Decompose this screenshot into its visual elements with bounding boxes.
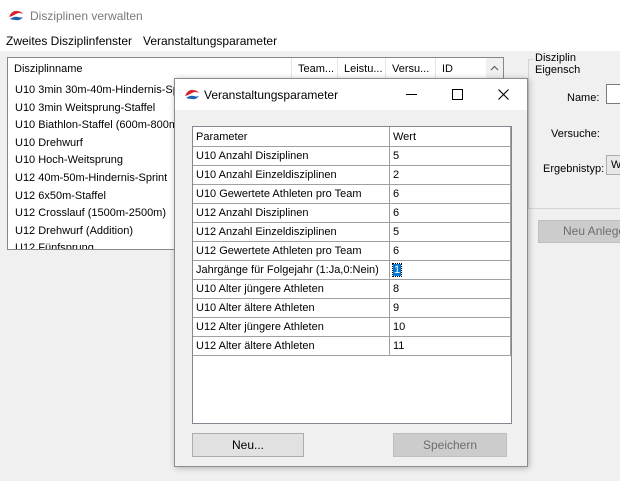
main-window-titlebar: Disziplinen verwalten bbox=[0, 0, 620, 31]
new-discipline-button[interactable]: Neu Anlege bbox=[538, 220, 620, 243]
parameter-cell: U12 Anzahl Einzeldisziplinen bbox=[193, 223, 390, 242]
parameter-cell: U12 Anzahl Disziplinen bbox=[193, 204, 390, 223]
table-row[interactable]: U12 Gewertete Athleten pro Team 6 bbox=[193, 242, 511, 261]
parameter-cell: U10 Anzahl Einzeldisziplinen bbox=[193, 166, 390, 185]
column-header-team[interactable]: Team... bbox=[292, 58, 338, 80]
table-row[interactable]: U12 Alter jüngere Athleten 10 bbox=[193, 318, 511, 337]
app-logo-icon bbox=[9, 10, 23, 21]
minimize-icon bbox=[406, 94, 417, 95]
column-header-parameter[interactable]: Parameter bbox=[193, 127, 390, 147]
value-cell[interactable]: 8 bbox=[390, 280, 511, 299]
table-row[interactable]: U10 Anzahl Einzeldisziplinen 2 bbox=[193, 166, 511, 185]
dialog-title: Veranstaltungsparameter bbox=[204, 88, 339, 102]
value-cell[interactable]: 5 bbox=[390, 147, 511, 166]
main-window-title: Disziplinen verwalten bbox=[30, 9, 143, 23]
value-cell[interactable]: 6 bbox=[390, 204, 511, 223]
table-row[interactable]: U10 Gewertete Athleten pro Team 6 bbox=[193, 185, 511, 204]
parameter-cell: U12 Gewertete Athleten pro Team bbox=[193, 242, 390, 261]
value-cell[interactable]: 6 bbox=[390, 185, 511, 204]
parameters-grid[interactable]: Parameter Wert U10 Anzahl Disziplinen 5 … bbox=[192, 126, 512, 424]
result-type-select[interactable]: W bbox=[606, 155, 620, 175]
parameters-grid-header: Parameter Wert bbox=[193, 127, 511, 147]
value-cell[interactable]: 10 bbox=[390, 318, 511, 337]
parameter-cell: U10 Alter ältere Athleten bbox=[193, 299, 390, 318]
column-header-wert[interactable]: Wert bbox=[390, 127, 511, 147]
discipline-list-header: Disziplinname Team... Leistu... Versu...… bbox=[8, 58, 503, 80]
close-icon bbox=[498, 89, 509, 100]
parameter-cell: U10 Gewertete Athleten pro Team bbox=[193, 185, 390, 204]
table-row-selected[interactable]: Jahrgänge für Folgejahr (1:Ja,0:Nein) 1 bbox=[193, 261, 511, 280]
parameter-cell: U12 Alter ältere Athleten bbox=[193, 337, 390, 356]
table-row[interactable]: U10 Alter ältere Athleten 9 bbox=[193, 299, 511, 318]
name-label: Name: bbox=[567, 92, 600, 104]
value-cell-editing[interactable]: 1 bbox=[390, 261, 511, 280]
value-cell[interactable]: 5 bbox=[390, 223, 511, 242]
attempts-label: Versuche: bbox=[551, 128, 600, 140]
scroll-up-icon[interactable] bbox=[490, 64, 499, 73]
column-header-disziplinname[interactable]: Disziplinname bbox=[8, 58, 292, 80]
table-row[interactable]: U10 Alter jüngere Athleten 8 bbox=[193, 280, 511, 299]
table-row[interactable]: U12 Anzahl Einzeldisziplinen 5 bbox=[193, 223, 511, 242]
close-button[interactable] bbox=[481, 79, 527, 110]
table-row[interactable]: U12 Alter ältere Athleten 11 bbox=[193, 337, 511, 356]
minimize-button[interactable] bbox=[389, 79, 435, 110]
app-logo-icon bbox=[185, 89, 199, 100]
parameter-cell: U12 Alter jüngere Athleten bbox=[193, 318, 390, 337]
table-row[interactable]: U12 Anzahl Disziplinen 6 bbox=[193, 204, 511, 223]
value-cell[interactable]: 2 bbox=[390, 166, 511, 185]
menu-veranstaltungsparameter[interactable]: Veranstaltungsparameter bbox=[143, 34, 277, 48]
value-cell[interactable]: 6 bbox=[390, 242, 511, 261]
result-type-label: Ergebnistyp: bbox=[543, 163, 605, 175]
dialog-titlebar: Veranstaltungsparameter bbox=[175, 79, 527, 110]
value-cell[interactable]: 11 bbox=[390, 337, 511, 356]
parameter-cell: U10 Anzahl Disziplinen bbox=[193, 147, 390, 166]
maximize-icon bbox=[452, 89, 463, 100]
parameter-cell: Jahrgänge für Folgejahr (1:Ja,0:Nein) bbox=[193, 261, 390, 280]
save-button[interactable]: Speichern bbox=[393, 433, 507, 457]
new-button[interactable]: Neu... bbox=[192, 433, 304, 457]
column-header-id[interactable]: ID bbox=[436, 58, 488, 80]
table-row[interactable]: U10 Anzahl Disziplinen 5 bbox=[193, 147, 511, 166]
parameter-cell: U10 Alter jüngere Athleten bbox=[193, 280, 390, 299]
maximize-button[interactable] bbox=[435, 79, 481, 110]
selected-value-text[interactable]: 1 bbox=[391, 263, 403, 277]
column-header-versuche[interactable]: Versu... bbox=[386, 58, 436, 80]
menu-bar: Zweites Disziplinfenster Veranstaltungsp… bbox=[0, 31, 620, 51]
value-cell[interactable]: 9 bbox=[390, 299, 511, 318]
menu-zweites-disziplinfenster[interactable]: Zweites Disziplinfenster bbox=[6, 34, 132, 48]
parameters-dialog: Veranstaltungsparameter Parameter Wert U… bbox=[174, 78, 528, 467]
column-header-leistung[interactable]: Leistu... bbox=[338, 58, 386, 80]
discipline-properties-title: Disziplin Eigensch bbox=[533, 52, 620, 76]
name-input[interactable] bbox=[606, 84, 620, 104]
